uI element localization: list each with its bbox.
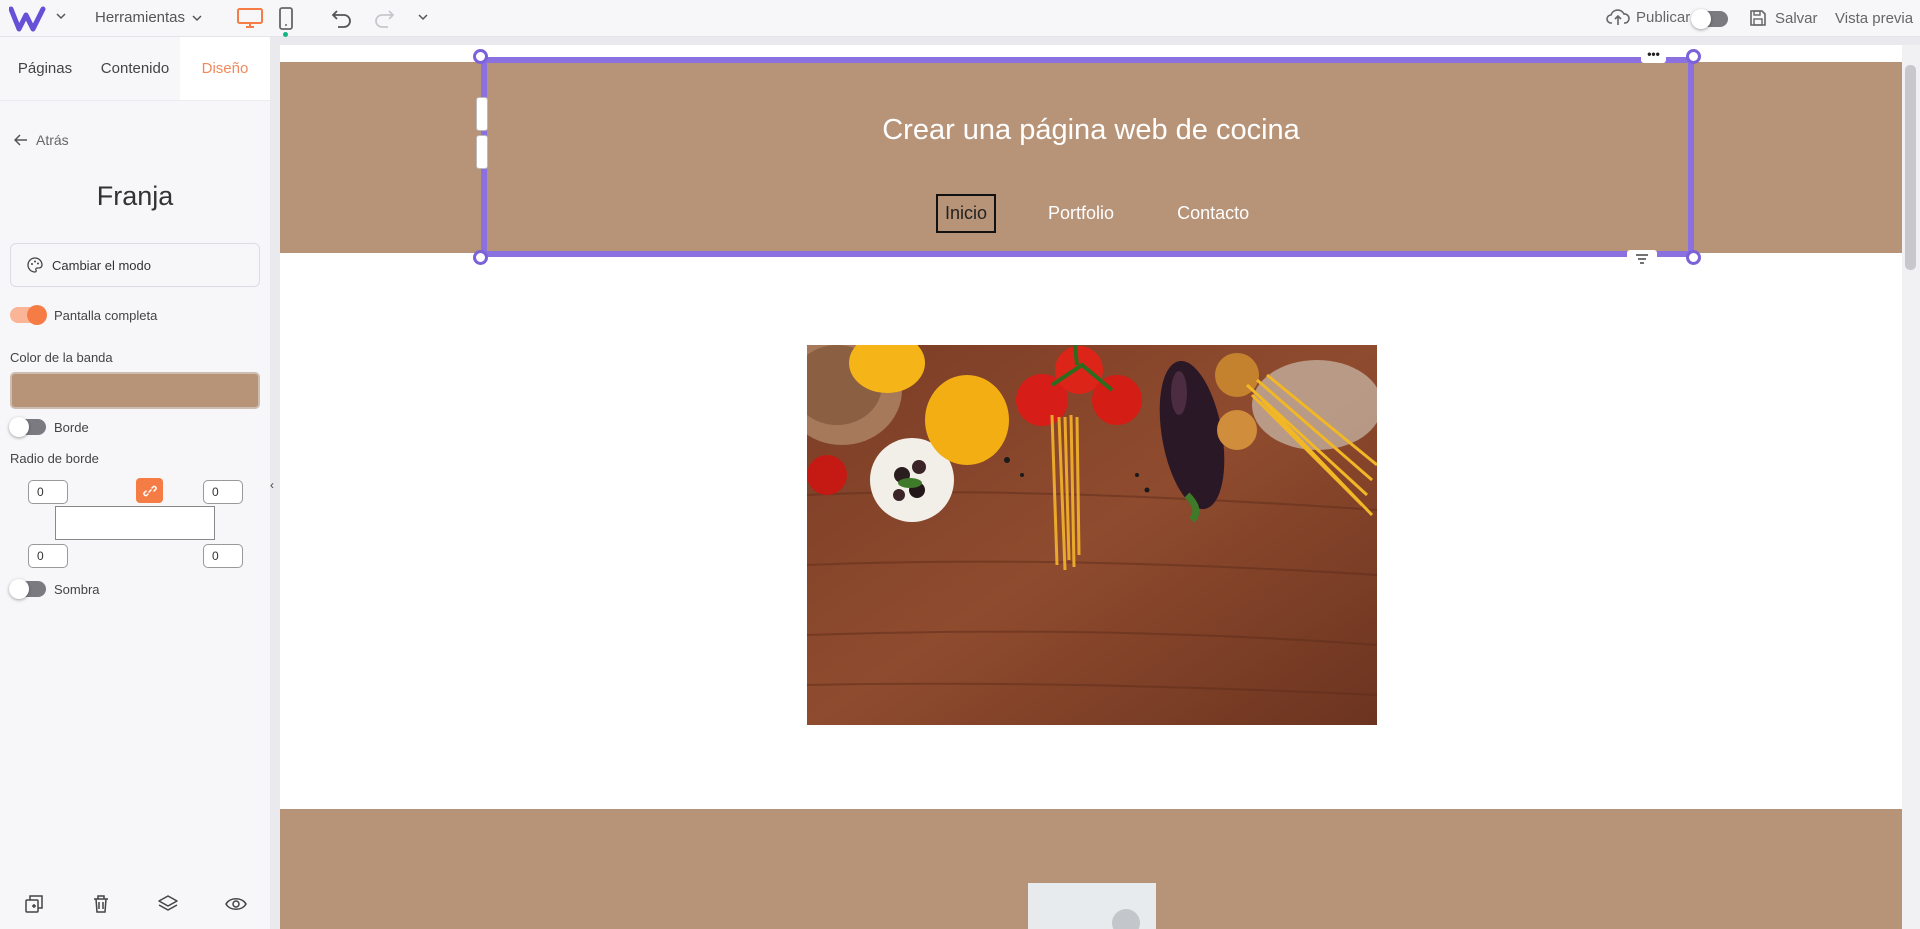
- scrollbar-thumb[interactable]: [1905, 65, 1916, 270]
- more-options-icon[interactable]: •••: [1641, 48, 1666, 63]
- arrow-left-icon: [14, 134, 27, 146]
- chevron-down-icon[interactable]: [417, 11, 429, 23]
- collapse-panel-icon[interactable]: ‹: [270, 478, 280, 498]
- mobile-icon[interactable]: [278, 6, 294, 32]
- tab-pages[interactable]: Páginas: [0, 37, 90, 100]
- shadow-toggle[interactable]: [9, 579, 46, 599]
- change-mode-button[interactable]: Cambiar el modo: [10, 243, 260, 287]
- publish-toggle[interactable]: [1691, 9, 1728, 29]
- cloud-upload-icon: [1606, 9, 1630, 25]
- radius-top-right-input[interactable]: 0: [203, 480, 243, 504]
- save-label: Salvar: [1775, 9, 1818, 27]
- save-icon: [1750, 10, 1766, 26]
- duplicate-icon[interactable]: [23, 893, 45, 915]
- drag-grip-icon[interactable]: [476, 135, 488, 169]
- resize-handle-top-left[interactable]: [473, 49, 488, 64]
- tab-content[interactable]: Contenido: [90, 37, 180, 100]
- radius-top-left-input[interactable]: 0: [28, 480, 68, 504]
- palette-icon: [27, 257, 43, 273]
- redo-icon[interactable]: [372, 7, 396, 29]
- band-color-label: Color de la banda: [10, 350, 113, 365]
- active-device-dot: [283, 32, 288, 37]
- tools-menu[interactable]: Herramientas: [95, 9, 203, 26]
- publish-button[interactable]: Publicar: [1606, 7, 1690, 27]
- resize-handle-bottom-right[interactable]: [1686, 250, 1701, 265]
- fullscreen-toggle[interactable]: [10, 305, 47, 325]
- fullscreen-label: Pantalla completa: [54, 307, 158, 323]
- desktop-icon[interactable]: [236, 7, 264, 29]
- preview-button[interactable]: Vista previa: [1835, 10, 1913, 27]
- panel-tabs: Páginas Contenido Diseño: [0, 37, 270, 101]
- image-placeholder-icon[interactable]: [1028, 883, 1156, 929]
- undo-icon[interactable]: [330, 7, 354, 29]
- shadow-row: Sombra: [9, 579, 100, 599]
- panel-title: Franja: [96, 181, 174, 211]
- border-label: Borde: [54, 419, 89, 435]
- logo-icon[interactable]: [9, 5, 49, 33]
- chevron-down-icon[interactable]: [55, 10, 67, 22]
- band-color-swatch[interactable]: [10, 372, 260, 409]
- panel-bottom-actions: [0, 893, 270, 915]
- resize-handle-top-right[interactable]: [1686, 49, 1701, 64]
- radius-bottom-left-input[interactable]: 0: [28, 544, 68, 568]
- link-icon: [142, 485, 157, 496]
- resize-handle-bottom-left[interactable]: [473, 250, 488, 265]
- border-toggle[interactable]: [9, 417, 46, 437]
- save-button[interactable]: Salvar: [1748, 8, 1818, 28]
- design-panel: Páginas Contenido Diseño Atrás Franja Ca…: [0, 37, 270, 929]
- radius-preview: [55, 506, 215, 540]
- border-radius-label: Radio de borde: [10, 451, 99, 466]
- border-row: Borde: [9, 417, 89, 437]
- fullscreen-row: Pantalla completa: [10, 305, 158, 325]
- selection-frame: [481, 57, 1694, 257]
- canvas-scrollbar[interactable]: [1902, 45, 1920, 929]
- chevron-down-icon: [192, 14, 202, 21]
- band-settings-icon[interactable]: [1627, 250, 1657, 268]
- filter-icon: [1636, 254, 1648, 264]
- shadow-label: Sombra: [54, 581, 100, 597]
- tools-label: Herramientas: [95, 9, 186, 26]
- back-button[interactable]: Atrás: [14, 132, 69, 148]
- back-label: Atrás: [36, 132, 69, 148]
- link-radius-button[interactable]: [136, 478, 163, 503]
- editor-canvas: Crear una página web de cocina Inicio Po…: [280, 45, 1902, 929]
- radius-bottom-right-input[interactable]: 0: [203, 544, 243, 568]
- top-toolbar: Herramientas Publicar Salvar Vista previ…: [0, 0, 1920, 37]
- tab-design[interactable]: Diseño: [180, 37, 270, 100]
- change-mode-label: Cambiar el modo: [52, 257, 151, 273]
- trash-icon[interactable]: [90, 893, 112, 915]
- layers-icon[interactable]: [157, 893, 179, 915]
- food-photo[interactable]: [807, 345, 1377, 725]
- publish-label: Publicar: [1636, 8, 1691, 26]
- eye-icon[interactable]: [224, 893, 248, 915]
- drag-grip-icon[interactable]: [476, 97, 488, 131]
